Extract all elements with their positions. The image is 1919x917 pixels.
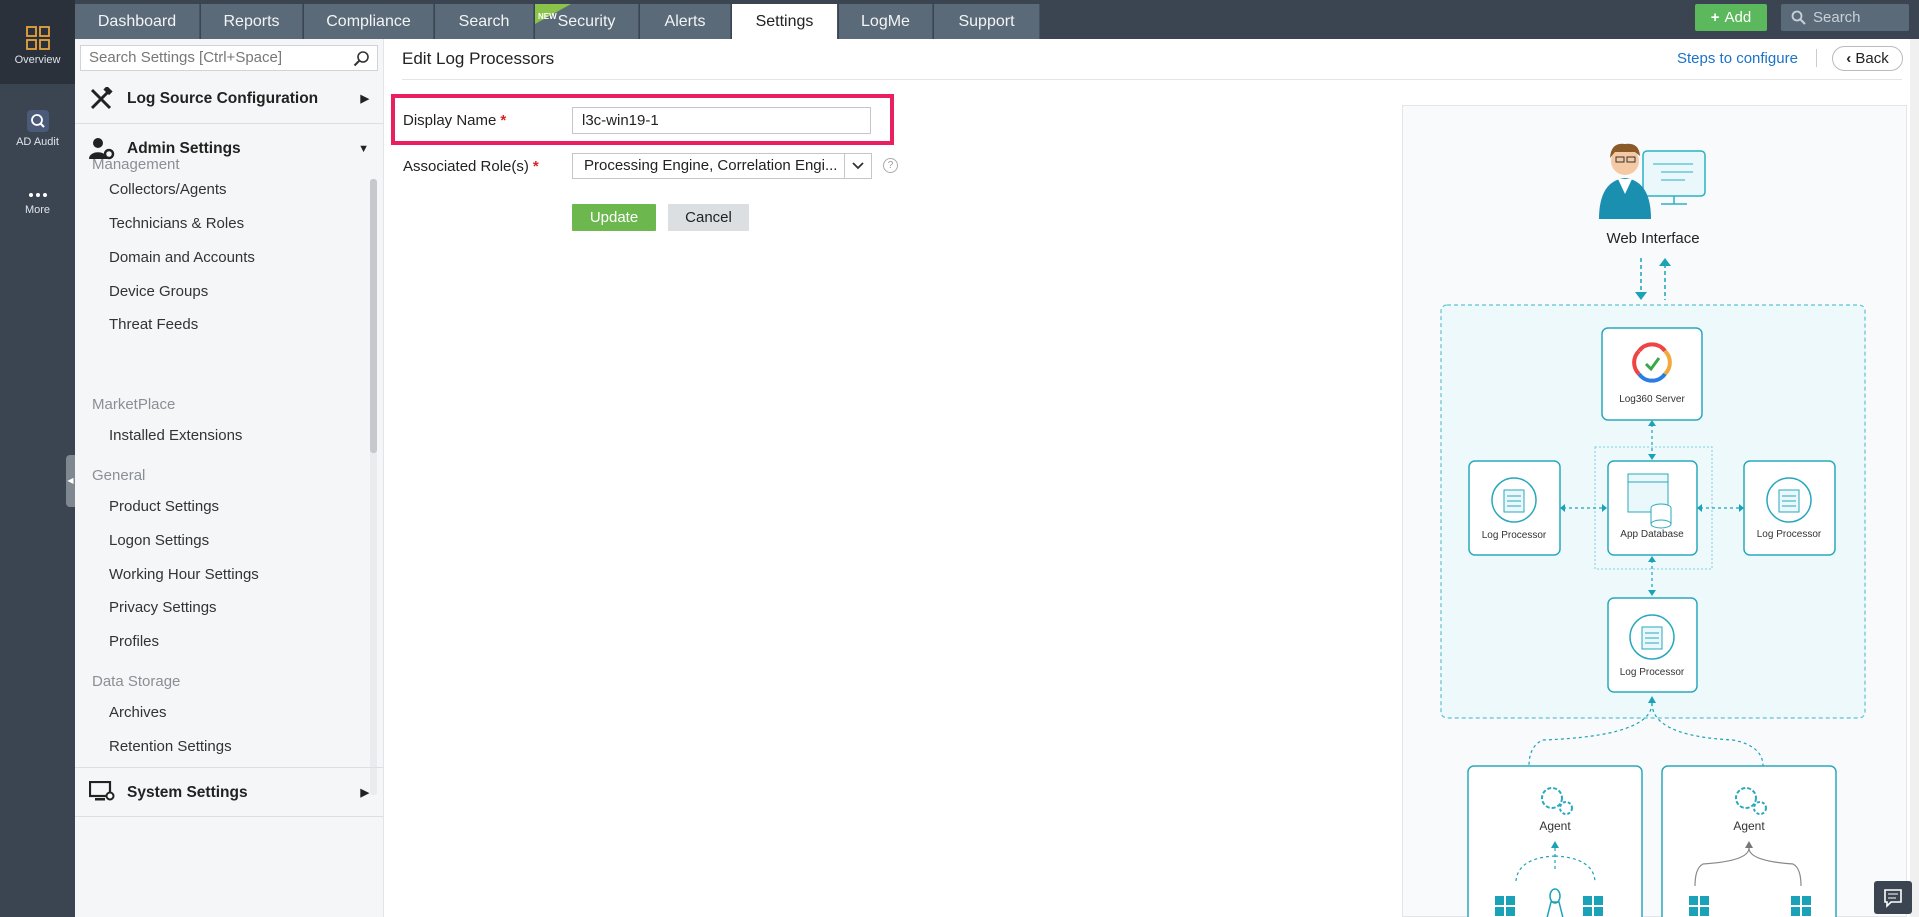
log-processor-right-text: Log Processor	[1757, 529, 1822, 540]
menu-collectors-agents[interactable]: Collectors/Agents	[109, 181, 227, 198]
sidebar-collapse-handle[interactable]: ◀	[66, 455, 75, 507]
page-title: Edit Log Processors	[402, 49, 555, 68]
server-text: Log360 Server	[1619, 394, 1685, 405]
top-nav: Dashboard Reports Compliance Search NEW …	[75, 0, 1919, 39]
page-scrollbar[interactable]	[1910, 39, 1919, 917]
agent-right-text: Agent	[1733, 819, 1765, 833]
section-system-label: System Settings	[127, 784, 248, 801]
ad-audit-icon	[26, 110, 49, 132]
tools-icon	[90, 87, 113, 110]
group-management: Management	[92, 156, 180, 173]
tab-settings[interactable]: Settings	[732, 4, 838, 39]
required-mark: *	[500, 112, 507, 129]
log-processor-left-text: Log Processor	[1482, 530, 1547, 541]
diagram-graphic: Web Interface Log360 Server Log Processo…	[1440, 143, 1866, 917]
section-admin-label: Admin Settings	[127, 140, 241, 157]
tab-logme[interactable]: LogMe	[839, 4, 933, 39]
menu-product-settings[interactable]: Product Settings	[109, 498, 219, 515]
web-interface-illustration	[1599, 143, 1706, 219]
menu-technicians-roles[interactable]: Technicians & Roles	[109, 215, 244, 232]
chat-button[interactable]	[1874, 881, 1912, 914]
log-processor-bottom-text: Log Processor	[1620, 667, 1685, 678]
search-icon	[353, 51, 369, 67]
associated-roles-value: Processing Engine, Correlation Engi...	[584, 157, 838, 174]
section-log-source-configuration[interactable]: Log Source Configuration ▶	[75, 74, 383, 124]
menu-working-hour-settings[interactable]: Working Hour Settings	[109, 566, 259, 583]
rail-overview-label: Overview	[14, 54, 61, 66]
search-icon	[1791, 10, 1806, 25]
more-icon	[28, 193, 47, 197]
app-database-text: App Database	[1620, 529, 1684, 540]
menu-retention-settings[interactable]: Retention Settings	[109, 738, 232, 755]
steps-to-configure-link[interactable]: Steps to configure	[1677, 50, 1798, 67]
tab-support[interactable]: Support	[934, 4, 1040, 39]
new-badge-text: NEW	[538, 12, 557, 21]
tab-search[interactable]: Search	[435, 4, 534, 39]
help-icon[interactable]: ?	[883, 158, 898, 173]
rail-more-label: More	[24, 204, 51, 216]
add-button[interactable]: + Add	[1695, 4, 1767, 31]
tab-dashboard[interactable]: Dashboard	[75, 4, 200, 39]
grid-icon	[25, 26, 50, 50]
associated-roles-label: Associated Role(s) *	[403, 158, 539, 175]
rail-more[interactable]: More	[0, 190, 75, 216]
top-search-placeholder: Search	[1813, 9, 1861, 26]
back-button[interactable]: ‹ Back	[1832, 46, 1903, 71]
web-interface-text: Web Interface	[1606, 230, 1699, 247]
update-button[interactable]: Update	[572, 204, 656, 231]
menu-domain-accounts[interactable]: Domain and Accounts	[109, 249, 255, 266]
left-rail: Overview AD Audit More	[0, 0, 75, 917]
display-name-label: Display Name *	[403, 112, 506, 129]
settings-sidebar: Search Settings [Ctrl+Space] Log Source …	[75, 39, 384, 917]
plus-icon: +	[1710, 9, 1720, 26]
caret-right-icon: ▶	[360, 93, 369, 105]
sidebar-scrollbar[interactable]	[370, 179, 377, 453]
top-search-input[interactable]: Search	[1781, 4, 1909, 31]
caret-down-icon: ▼	[358, 143, 369, 155]
section-log-source-label: Log Source Configuration	[127, 90, 319, 107]
menu-installed-extensions[interactable]: Installed Extensions	[109, 427, 242, 444]
chat-icon	[1884, 889, 1902, 908]
rail-overview[interactable]: Overview	[0, 0, 75, 84]
add-button-label: Add	[1724, 9, 1752, 26]
tab-security[interactable]: NEW Security	[535, 4, 639, 39]
required-mark: *	[532, 158, 539, 175]
tab-alerts[interactable]: Alerts	[640, 4, 731, 39]
tab-reports[interactable]: Reports	[201, 4, 303, 39]
header-rule	[402, 79, 1902, 80]
menu-threat-feeds[interactable]: Threat Feeds	[109, 316, 198, 333]
header-divider	[1816, 49, 1817, 67]
tab-compliance[interactable]: Compliance	[304, 4, 434, 39]
group-general: General	[92, 467, 146, 484]
section-system-settings[interactable]: System Settings ▶	[75, 767, 383, 817]
architecture-diagram: Web Interface Log360 Server Log Processo…	[1402, 105, 1907, 917]
monitor-gear-icon	[89, 781, 115, 801]
settings-search-placeholder: Search Settings [Ctrl+Space]	[89, 49, 283, 66]
rail-ad-audit[interactable]: AD Audit	[0, 110, 75, 148]
cancel-button[interactable]: Cancel	[668, 204, 749, 231]
associated-roles-select[interactable]: Processing Engine, Correlation Engi...	[572, 153, 872, 179]
menu-logon-settings[interactable]: Logon Settings	[109, 532, 209, 549]
menu-archives[interactable]: Archives	[109, 704, 167, 721]
chevron-down-icon	[844, 154, 871, 178]
group-data-storage: Data Storage	[92, 673, 181, 690]
new-badge: NEW	[535, 4, 571, 24]
menu-privacy-settings[interactable]: Privacy Settings	[109, 599, 217, 616]
group-marketplace: MarketPlace	[92, 396, 176, 413]
associated-roles-label-text: Associated Role(s)	[403, 158, 529, 175]
rail-ad-audit-label: AD Audit	[16, 136, 59, 148]
caret-right-icon: ▶	[360, 787, 369, 799]
settings-search-input[interactable]: Search Settings [Ctrl+Space]	[80, 45, 378, 71]
agent-left-text: Agent	[1539, 819, 1571, 833]
menu-device-groups[interactable]: Device Groups	[109, 283, 208, 300]
menu-profiles[interactable]: Profiles	[109, 633, 159, 650]
display-name-input[interactable]	[572, 107, 871, 134]
back-button-label: Back	[1855, 50, 1889, 67]
chevron-left-icon: ‹	[1846, 50, 1852, 67]
display-name-label-text: Display Name	[403, 112, 497, 129]
